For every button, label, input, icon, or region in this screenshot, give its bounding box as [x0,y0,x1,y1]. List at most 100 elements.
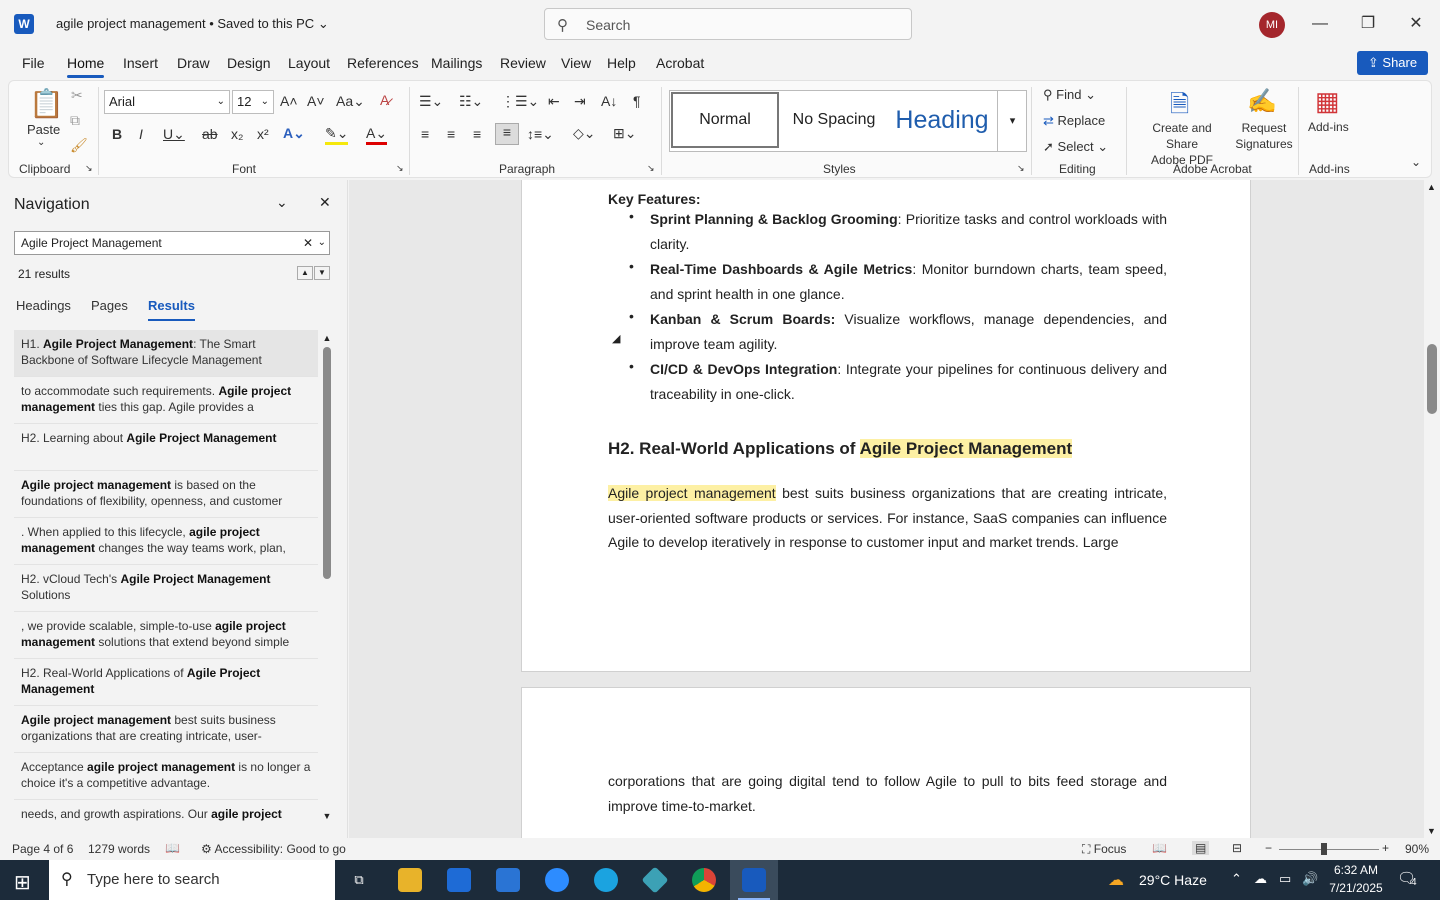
tab-review[interactable]: Review [500,55,546,71]
style-heading[interactable]: Heading [887,92,997,148]
mail-icon[interactable] [496,868,520,892]
weather-icon[interactable]: ☁ [1108,870,1124,890]
align-center-icon[interactable]: ≡ [447,126,455,142]
highlight-icon[interactable]: ✎⌄ [325,125,349,145]
file-explorer-icon[interactable] [398,868,422,892]
tab-view[interactable]: View [561,55,591,71]
style-normal[interactable]: Normal [671,92,779,148]
tab-acrobat[interactable]: Acrobat [656,55,704,71]
align-left-icon[interactable]: ≡ [421,126,429,142]
search-result-item[interactable]: H1. Agile Project Management: The Smart … [14,330,318,377]
search-result-item[interactable]: Agile project management best suits busi… [14,706,318,753]
clock-time[interactable]: 6:32 AM [1330,863,1382,877]
borders-icon[interactable]: ⊞⌄ [613,125,636,142]
tab-headings[interactable]: Headings [16,298,71,313]
edge-icon[interactable] [594,868,618,892]
grow-font-icon[interactable]: A˄ [280,93,298,109]
scroll-up-icon[interactable]: ▲ [322,333,332,343]
show-formatting-icon[interactable]: ¶ [633,93,641,109]
dialog-launcher-icon[interactable]: ↘ [85,163,93,174]
zoom-level[interactable]: 90% [1405,842,1429,856]
addins-button[interactable]: Add-ins [1308,120,1349,134]
bullets-icon[interactable]: ☰⌄ [419,93,443,110]
tab-draw[interactable]: Draw [177,55,210,71]
zoom-in-icon[interactable]: + [1382,841,1389,855]
windows-start-icon[interactable]: ⊞ [14,870,31,895]
tab-help[interactable]: Help [607,55,636,71]
weather-text[interactable]: 29°C Haze [1139,872,1207,888]
tab-results[interactable]: Results [148,298,195,321]
clock-date[interactable]: 7/21/2025 [1328,881,1384,895]
strikethrough-icon[interactable]: ab [202,126,218,142]
chevron-down-icon[interactable]: ⌄ [318,232,326,254]
cut-icon[interactable]: ✂ [71,87,83,104]
dialog-launcher-icon[interactable]: ↘ [1017,163,1025,174]
document-page[interactable]: corporations that are going digital tend… [521,687,1251,838]
app-icon[interactable] [641,866,669,894]
tab-mailings[interactable]: Mailings [431,55,482,71]
replace-button[interactable]: ⇄ Replace [1043,113,1105,129]
scroll-down-icon[interactable]: ▼ [1427,826,1436,836]
find-button[interactable]: ⚲ Find ⌄ [1043,87,1096,103]
text-effects-icon[interactable]: A⌄ [283,125,305,142]
line-spacing-icon[interactable]: ↕≡⌄ [527,126,554,143]
tab-insert[interactable]: Insert [123,55,158,71]
paste-button[interactable]: Paste [27,122,60,137]
accessibility-status[interactable]: ⚙ Accessibility: Good to go [201,842,346,856]
create-share-pdf-button[interactable]: Create and Share Adobe PDF [1137,120,1227,168]
sort-icon[interactable]: A↓ [601,93,617,109]
store-icon[interactable] [447,868,471,892]
tab-references[interactable]: References [347,55,419,71]
search-result-item[interactable]: , we provide scalable, simple-to-use agi… [14,612,318,659]
italic-icon[interactable]: I [139,126,143,142]
bold-icon[interactable]: B [112,126,122,142]
justify-icon[interactable]: ≡ [495,123,519,145]
proofing-icon[interactable]: 📖 [165,841,180,855]
font-size-box[interactable]: 12 ⌄ [232,90,274,114]
superscript-icon[interactable]: x² [257,126,269,142]
search-result-item[interactable]: Agile project management is based on the… [14,471,318,518]
close-icon[interactable]: ✕ [319,194,331,211]
decrease-indent-icon[interactable]: ⇤ [548,93,560,110]
numbering-icon[interactable]: ☷⌄ [459,93,483,110]
copy-icon[interactable]: ⧉ [70,112,80,129]
style-no-spacing[interactable]: No Spacing [781,92,887,148]
search-result-item[interactable]: Acceptance agile project management is n… [14,753,318,800]
scroll-up-icon[interactable]: ▲ [1427,182,1436,192]
tab-layout[interactable]: Layout [288,55,330,71]
search-result-item[interactable]: . When applied to this lifecycle, agile … [14,518,318,565]
collapse-ribbon-icon[interactable]: ⌄ [1411,155,1421,169]
align-right-icon[interactable]: ≡ [473,126,481,142]
nav-search-input[interactable]: Agile Project Management ✕ ⌄ [14,231,330,255]
zoom-slider[interactable] [1279,849,1379,850]
task-view-icon[interactable]: ⧉ [347,868,371,892]
nav-scroll-thumb[interactable] [323,347,331,579]
onedrive-icon[interactable]: ☁ [1254,871,1267,887]
document-title[interactable]: agile project management • Saved to this… [56,16,329,32]
shading-icon[interactable]: ◇⌄ [573,125,596,142]
page-count[interactable]: Page 4 of 6 [12,842,73,856]
tab-design[interactable]: Design [227,55,271,71]
share-button[interactable]: ⇪ Share [1357,51,1428,75]
zoom-slider-thumb[interactable] [1321,843,1327,855]
increase-indent-icon[interactable]: ⇥ [574,93,586,110]
search-result-item[interactable]: H2. Real-World Applications of Agile Pro… [14,659,318,706]
zoom-app-icon[interactable] [545,868,569,892]
web-layout-icon[interactable]: ⊟ [1232,841,1242,855]
word-taskbar-button[interactable] [730,860,778,900]
print-layout-icon[interactable]: ▤ [1192,841,1210,855]
document-page[interactable]: Key Features: • Sprint Planning & Backlog… [521,180,1251,672]
font-name-box[interactable]: Arial ⌄ [104,90,230,114]
restore-button[interactable]: ❐ [1353,10,1383,38]
format-painter-icon[interactable]: 🖌 [70,137,88,154]
next-result-button[interactable]: ▼ [314,266,330,280]
dialog-launcher-icon[interactable]: ↘ [396,163,404,174]
change-case-icon[interactable]: Aa⌄ [336,93,365,110]
document-scrollbar[interactable]: ▲ ▼ [1424,180,1440,838]
chevron-up-icon[interactable]: ⌃ [1231,871,1242,887]
close-button[interactable]: ✕ [1401,10,1431,38]
network-icon[interactable]: ▭ [1279,871,1291,887]
word-count[interactable]: 1279 words [88,842,150,856]
chevron-down-icon[interactable]: ⌄ [37,137,45,148]
volume-icon[interactable]: 🔊 [1302,871,1318,887]
